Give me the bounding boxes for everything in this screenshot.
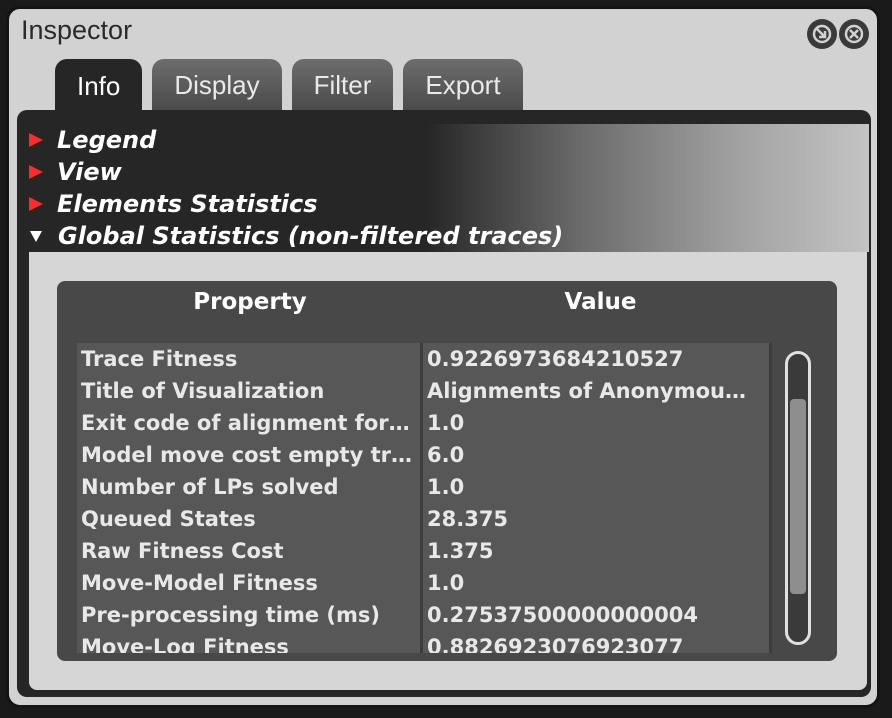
table-row[interactable]: Queued States 28.375 <box>77 503 775 535</box>
expand-arrow-icon <box>29 165 43 179</box>
value-cell: 1.0 <box>423 407 772 439</box>
table-row[interactable]: Trace Fitness 0.9226973684210527 <box>77 343 775 375</box>
inspector-window: Inspector Info Display Filter Export Leg… <box>6 6 880 708</box>
property-cell: Pre-processing time (ms) <box>77 599 423 631</box>
table-row[interactable]: Raw Fitness Cost 1.375 <box>77 535 775 567</box>
table-row[interactable]: Pre-processing time (ms) 0.27537500000000… <box>77 599 775 631</box>
close-panel-icon[interactable] <box>839 19 869 49</box>
property-cell: Title of Visualization <box>77 375 423 407</box>
scrollbar-thumb[interactable] <box>790 399 806 594</box>
expand-arrow-icon <box>29 197 43 211</box>
tab-export[interactable]: Export <box>403 59 523 111</box>
column-header-value[interactable]: Value <box>426 289 775 315</box>
tab-bar: Info Display Filter Export <box>55 59 523 113</box>
value-cell: 0.8826923076923077 <box>423 631 772 653</box>
value-cell: 6.0 <box>423 439 772 471</box>
expand-arrow-icon <box>29 133 43 147</box>
table-body[interactable]: Trace Fitness 0.9226973684210527 Title of … <box>77 343 775 653</box>
tab-display[interactable]: Display <box>152 59 282 111</box>
value-cell: 1.375 <box>423 535 772 567</box>
property-cell: Queued States <box>77 503 423 535</box>
property-cell: Number of LPs solved <box>77 471 423 503</box>
detach-icon[interactable] <box>807 19 837 49</box>
value-cell: 0.27537500000000004 <box>423 599 772 631</box>
table-row[interactable]: Move-Log Fitness 0.8826923076923077 <box>77 631 775 653</box>
info-panel: Legend View Elements Statistics Global S… <box>17 110 871 697</box>
property-cell: Exit code of alignment for… <box>77 407 423 439</box>
section-label: Legend <box>57 126 157 154</box>
section-label: Global Statistics (non-filtered traces) <box>58 222 564 250</box>
table-row[interactable]: Title of Visualization Alignments of Anon… <box>77 375 775 407</box>
table-row[interactable]: Exit code of alignment for… 1.0 <box>77 407 775 439</box>
value-cell: 1.0 <box>423 567 772 599</box>
section-label: Elements Statistics <box>57 190 318 218</box>
collapse-arrow-icon <box>30 230 42 242</box>
value-cell: 28.375 <box>423 503 772 535</box>
table-row[interactable]: Number of LPs solved 1.0 <box>77 471 775 503</box>
tab-info[interactable]: Info <box>55 59 143 113</box>
property-cell: Raw Fitness Cost <box>77 535 423 567</box>
value-cell: Alignments of Anonymou… <box>423 375 772 407</box>
section-elements-statistics[interactable]: Elements Statistics <box>17 188 869 220</box>
tab-filter[interactable]: Filter <box>291 59 394 111</box>
global-statistics-content: Property Value Trace Fitness 0.9226973684… <box>29 252 867 690</box>
statistics-table: Property Value Trace Fitness 0.9226973684… <box>57 281 837 661</box>
window-buttons <box>807 19 869 49</box>
section-label: View <box>57 158 122 186</box>
value-cell: 1.0 <box>423 471 772 503</box>
column-header-property[interactable]: Property <box>77 289 423 315</box>
property-cell: Move-Model Fitness <box>77 567 423 599</box>
section-view[interactable]: View <box>17 156 869 188</box>
table-row[interactable]: Model move cost empty tr… 6.0 <box>77 439 775 471</box>
table-row[interactable]: Move-Model Fitness 1.0 <box>77 567 775 599</box>
vertical-scrollbar[interactable] <box>785 351 811 645</box>
section-legend[interactable]: Legend <box>17 124 869 156</box>
section-list: Legend View Elements Statistics Global S… <box>17 124 869 252</box>
property-cell: Move-Log Fitness <box>77 631 423 653</box>
table-header: Property Value <box>57 289 837 329</box>
value-cell: 0.9226973684210527 <box>423 343 772 375</box>
window-title: Inspector <box>21 15 133 45</box>
property-cell: Model move cost empty tr… <box>77 439 423 471</box>
section-global-statistics[interactable]: Global Statistics (non-filtered traces) <box>17 220 869 252</box>
property-cell: Trace Fitness <box>77 343 423 375</box>
